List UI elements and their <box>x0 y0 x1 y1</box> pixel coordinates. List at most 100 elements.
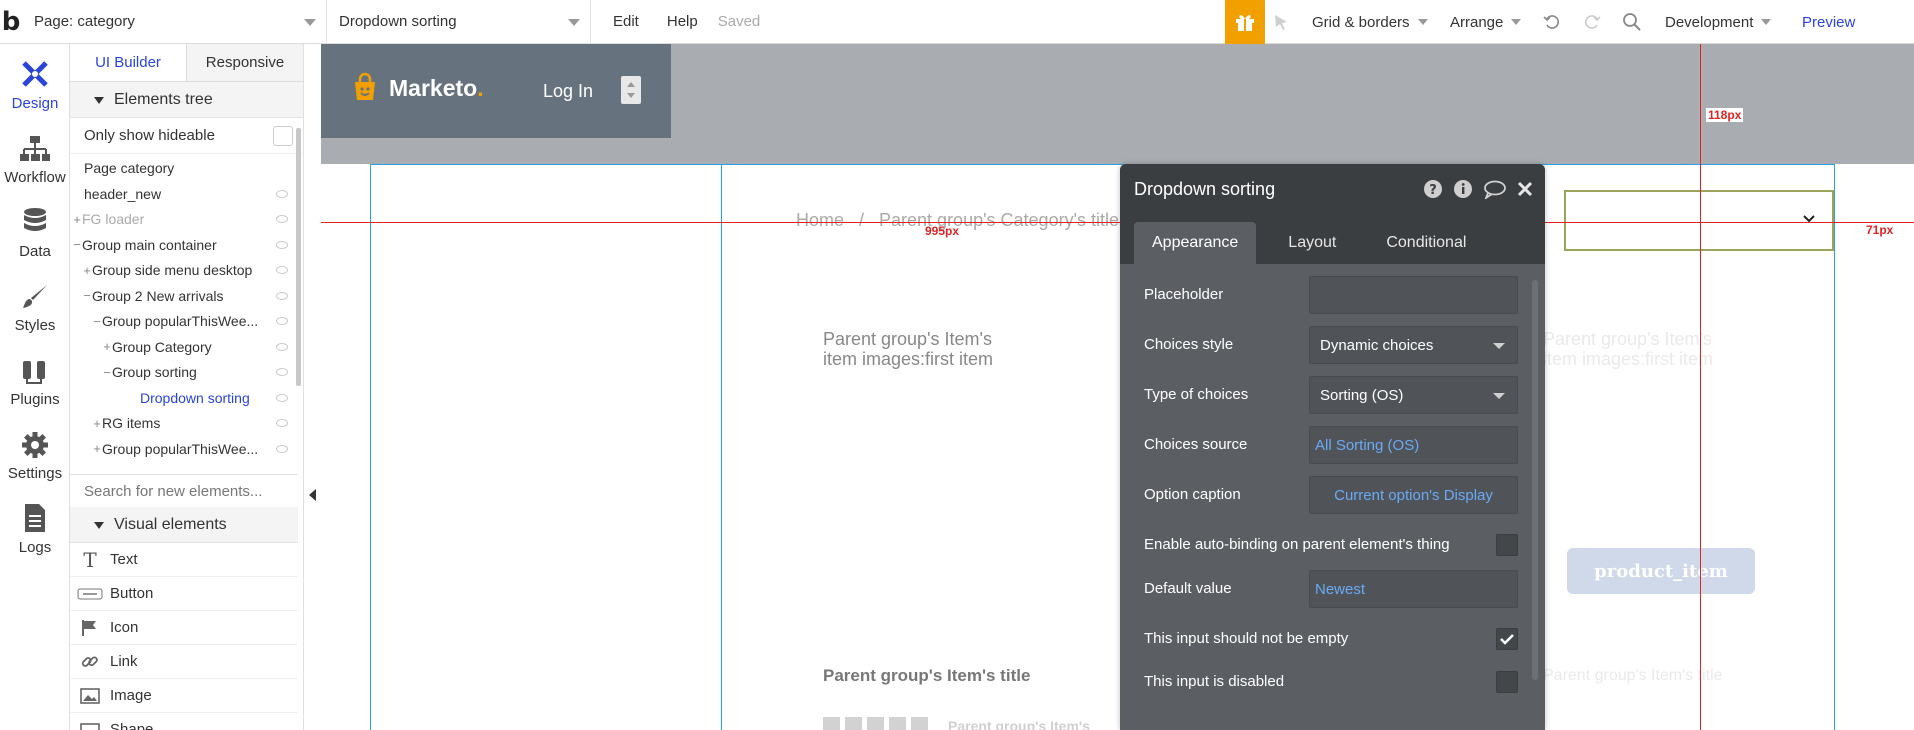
tree-item[interactable]: − Group 2 New arrivals <box>70 284 294 308</box>
collapse-icon[interactable]: − <box>102 365 112 380</box>
rail-styles[interactable]: Styles <box>0 266 70 340</box>
disabled-checkbox[interactable] <box>1496 671 1518 693</box>
tree-item[interactable]: − Group popularThisWee... <box>70 309 294 333</box>
help-menu[interactable]: Help <box>653 0 712 44</box>
grid-borders-menu[interactable]: Grid & borders <box>1312 0 1428 44</box>
search-button[interactable] <box>1622 0 1642 44</box>
tree-item[interactable]: + Group popularThisWee... <box>70 437 294 461</box>
choices-style-select[interactable]: Dynamic choices <box>1309 326 1518 364</box>
eye-icon[interactable] <box>276 240 288 249</box>
option-caption-expression[interactable]: Current option's Display <box>1309 476 1518 514</box>
eye-icon[interactable] <box>276 189 288 198</box>
development-menu[interactable]: Development <box>1665 0 1772 44</box>
eye-icon[interactable] <box>276 291 288 300</box>
preview-link[interactable]: Preview <box>1802 0 1855 44</box>
editor-canvas[interactable]: Marketo. Log In Home / Parent group's Ca… <box>321 44 1914 730</box>
eye-icon[interactable] <box>276 419 288 427</box>
rail-design[interactable]: Design <box>0 44 70 118</box>
not-empty-checkbox[interactable] <box>1496 628 1518 650</box>
tree-item[interactable]: Page category <box>70 156 294 180</box>
tab-conditional[interactable]: Conditional <box>1368 222 1484 264</box>
item-image-placeholder[interactable]: Parent group's Item's item images:first … <box>823 329 993 369</box>
visual-element-link[interactable]: Link <box>70 645 298 679</box>
tab-appearance[interactable]: Appearance <box>1134 222 1257 264</box>
tree-item[interactable]: header_new <box>70 182 294 206</box>
brand-logo: Marketo. <box>349 72 484 104</box>
tree-item[interactable]: + FG loader <box>70 207 294 231</box>
choices-source-expression[interactable]: All Sorting (OS) <box>1309 426 1518 464</box>
auto-binding-checkbox[interactable] <box>1496 534 1518 556</box>
dropdown-sorting-element[interactable] <box>1564 190 1834 251</box>
tree-scrollbar[interactable] <box>296 128 301 386</box>
tree-item[interactable]: + Group Category <box>70 335 294 359</box>
element-select[interactable]: Dropdown sorting <box>327 0 591 44</box>
search-elements-input[interactable]: Search for new elements... <box>70 474 298 508</box>
expand-icon[interactable]: + <box>92 416 102 431</box>
property-editor-scrollbar[interactable] <box>1532 280 1538 680</box>
visual-element-icon[interactable]: Icon <box>70 611 298 645</box>
rail-data[interactable]: Data <box>0 192 70 266</box>
tree-item[interactable]: + Group side menu desktop <box>70 258 294 282</box>
tree-item[interactable]: − Group sorting <box>70 360 294 384</box>
arrange-menu[interactable]: Arrange <box>1450 0 1522 44</box>
type-of-choices-select[interactable]: Sorting (OS) <box>1309 376 1518 414</box>
eye-icon[interactable] <box>276 444 288 453</box>
expand-icon[interactable]: + <box>102 339 112 354</box>
chevron-down-icon <box>1511 19 1522 25</box>
help-icon[interactable]: ? <box>1423 179 1443 199</box>
star-icon <box>823 717 840 730</box>
only-hideable-checkbox[interactable] <box>273 126 293 146</box>
expand-icon[interactable]: + <box>72 212 82 227</box>
property-editor[interactable]: Dropdown sorting ? Appearance Layout Con… <box>1120 164 1545 730</box>
undo-button[interactable] <box>1542 0 1562 44</box>
header-new[interactable]: Marketo. Log In <box>321 44 671 138</box>
tree-item[interactable]: − Group main container <box>70 233 294 257</box>
eye-icon[interactable] <box>276 393 288 402</box>
close-icon[interactable] <box>1517 181 1533 197</box>
eye-icon[interactable] <box>276 368 288 376</box>
redo-button[interactable] <box>1582 0 1602 44</box>
elements-tree-header[interactable]: Elements tree <box>70 82 303 118</box>
page-select[interactable]: Page: category <box>22 0 327 44</box>
visual-element-image[interactable]: Image <box>70 679 298 713</box>
tab-ui-builder[interactable]: UI Builder <box>70 44 187 81</box>
comment-icon[interactable] <box>1483 179 1507 199</box>
item-title[interactable]: Parent group's Item's title <box>823 666 1030 686</box>
rail-plugins[interactable]: Plugins <box>0 340 70 414</box>
rail-workflow[interactable]: Workflow <box>0 118 70 192</box>
gift-button[interactable] <box>1225 0 1265 44</box>
eye-icon[interactable] <box>276 215 288 223</box>
placeholder-input[interactable] <box>1309 276 1518 314</box>
collapse-panel-icon[interactable] <box>309 489 316 501</box>
login-button[interactable]: Log In <box>543 81 593 102</box>
rail-settings[interactable]: Settings <box>0 414 70 488</box>
visual-element-text[interactable]: T Text <box>70 543 298 577</box>
rail-workflow-label: Workflow <box>4 169 66 186</box>
edit-menu[interactable]: Edit <box>591 0 653 44</box>
info-icon[interactable] <box>1453 179 1473 199</box>
spinner-arrows[interactable] <box>621 76 641 104</box>
default-value-expression[interactable]: Newest <box>1309 570 1518 608</box>
tab-layout[interactable]: Layout <box>1270 222 1354 264</box>
tree-item[interactable]: Dropdown sorting <box>70 386 294 410</box>
eye-icon[interactable] <box>276 317 288 325</box>
expand-icon[interactable]: + <box>82 263 92 278</box>
updown-arrows-icon <box>627 82 635 98</box>
visual-elements-header[interactable]: Visual elements <box>70 507 298 543</box>
chevron-down-icon <box>1493 393 1505 399</box>
expand-icon[interactable]: + <box>92 441 102 456</box>
visual-element-button[interactable]: Button <box>70 577 298 611</box>
eye-icon[interactable] <box>276 266 288 274</box>
eye-icon[interactable] <box>276 342 288 351</box>
product-item-button[interactable]: product_item <box>1567 548 1755 594</box>
tab-responsive[interactable]: Responsive <box>187 44 303 81</box>
collapse-icon[interactable]: − <box>72 237 82 252</box>
rail-logs[interactable]: Logs <box>0 488 70 562</box>
visual-element-shape[interactable]: Shape <box>70 713 298 730</box>
bubble-logo[interactable]: b <box>0 0 22 44</box>
tree-item[interactable]: + RG items <box>70 411 294 435</box>
pointer-tool[interactable] <box>1272 0 1290 44</box>
property-editor-header[interactable]: Dropdown sorting ? <box>1120 164 1545 214</box>
collapse-icon[interactable]: − <box>92 314 102 329</box>
collapse-icon[interactable]: − <box>82 288 92 303</box>
